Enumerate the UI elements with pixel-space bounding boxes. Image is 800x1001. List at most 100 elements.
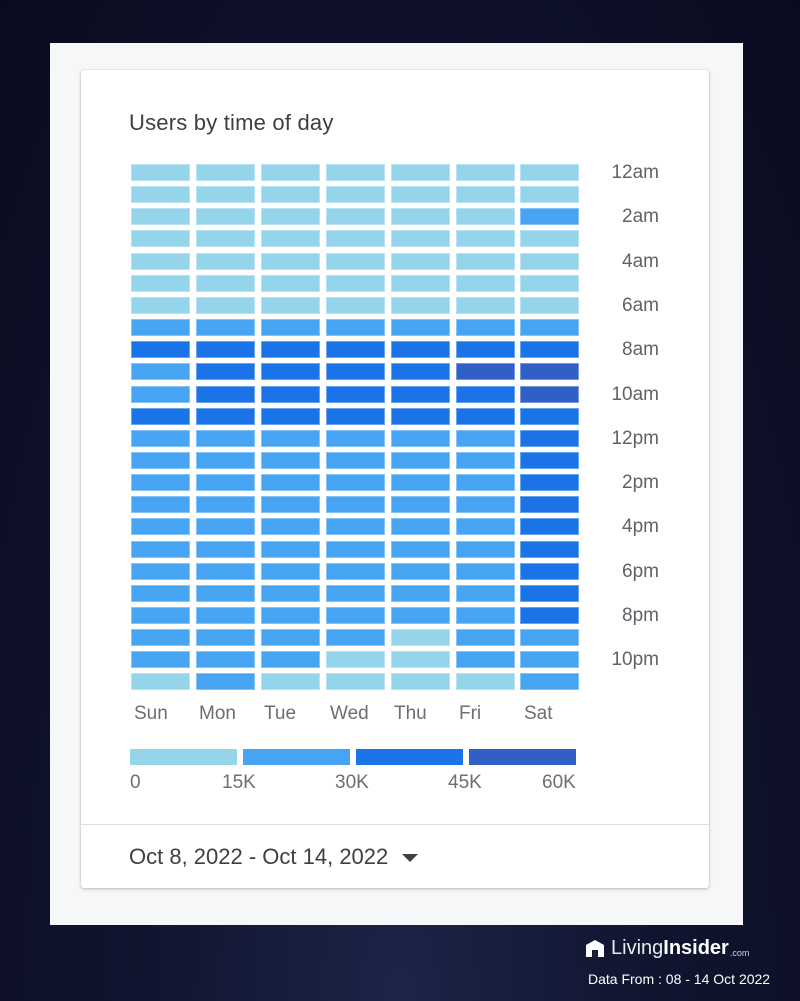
heatmap-cell[interactable] [131,341,190,358]
heatmap-cell[interactable] [196,297,255,314]
heatmap-cell[interactable] [196,474,255,491]
heatmap-cell[interactable] [520,518,579,535]
heatmap-cell[interactable] [196,629,255,646]
heatmap-cell[interactable] [326,496,385,513]
heatmap-cell[interactable] [261,430,320,447]
heatmap-cell[interactable] [326,230,385,247]
heatmap-cell[interactable] [391,253,450,270]
heatmap-cell[interactable] [131,275,190,292]
heatmap-cell[interactable] [131,408,190,425]
heatmap-cell[interactable] [326,208,385,225]
heatmap-cell[interactable] [520,363,579,380]
heatmap-cell[interactable] [196,563,255,580]
heatmap-cell[interactable] [261,585,320,602]
heatmap-cell[interactable] [520,253,579,270]
heatmap-cell[interactable] [196,386,255,403]
date-range-dropdown[interactable]: Oct 8, 2022 - Oct 14, 2022 [129,844,419,870]
heatmap-cell[interactable] [456,496,515,513]
heatmap-cell[interactable] [131,164,190,181]
heatmap-cell[interactable] [391,563,450,580]
heatmap-cell[interactable] [456,230,515,247]
heatmap-cell[interactable] [456,607,515,624]
heatmap-cell[interactable] [131,629,190,646]
heatmap-cell[interactable] [326,275,385,292]
heatmap-cell[interactable] [391,651,450,668]
heatmap-cell[interactable] [131,452,190,469]
heatmap-cell[interactable] [326,474,385,491]
heatmap-cell[interactable] [456,541,515,558]
heatmap-cell[interactable] [326,518,385,535]
heatmap-cell[interactable] [456,563,515,580]
heatmap-cell[interactable] [196,585,255,602]
heatmap-cell[interactable] [520,186,579,203]
heatmap-cell[interactable] [196,651,255,668]
heatmap-cell[interactable] [326,186,385,203]
heatmap-cell[interactable] [520,430,579,447]
heatmap-cell[interactable] [261,186,320,203]
heatmap-cell[interactable] [520,319,579,336]
heatmap-cell[interactable] [131,651,190,668]
heatmap-cell[interactable] [520,208,579,225]
heatmap-cell[interactable] [131,430,190,447]
heatmap-cell[interactable] [326,585,385,602]
heatmap-cell[interactable] [456,673,515,690]
heatmap-cell[interactable] [391,673,450,690]
heatmap-cell[interactable] [391,518,450,535]
heatmap-cell[interactable] [326,607,385,624]
heatmap-cell[interactable] [520,297,579,314]
heatmap-cell[interactable] [391,607,450,624]
heatmap-cell[interactable] [520,452,579,469]
heatmap-cell[interactable] [456,651,515,668]
heatmap-cell[interactable] [196,253,255,270]
heatmap-cell[interactable] [131,297,190,314]
heatmap-cell[interactable] [196,607,255,624]
heatmap-cell[interactable] [326,164,385,181]
heatmap-cell[interactable] [520,164,579,181]
heatmap-cell[interactable] [261,452,320,469]
heatmap-cell[interactable] [391,297,450,314]
heatmap-cell[interactable] [131,585,190,602]
heatmap-cell[interactable] [131,230,190,247]
heatmap-cell[interactable] [520,541,579,558]
heatmap-cell[interactable] [196,230,255,247]
heatmap-cell[interactable] [261,607,320,624]
heatmap-cell[interactable] [261,297,320,314]
heatmap-cell[interactable] [131,319,190,336]
heatmap-cell[interactable] [131,363,190,380]
heatmap-cell[interactable] [196,186,255,203]
heatmap-cell[interactable] [261,230,320,247]
heatmap-cell[interactable] [326,253,385,270]
heatmap-cell[interactable] [131,208,190,225]
heatmap-cell[interactable] [391,496,450,513]
heatmap-cell[interactable] [261,474,320,491]
heatmap-cell[interactable] [326,341,385,358]
heatmap-cell[interactable] [391,363,450,380]
heatmap-cell[interactable] [261,164,320,181]
heatmap-cell[interactable] [261,319,320,336]
heatmap-cell[interactable] [261,563,320,580]
heatmap-cell[interactable] [261,541,320,558]
heatmap-cell[interactable] [261,275,320,292]
heatmap-cell[interactable] [261,518,320,535]
heatmap-cell[interactable] [456,186,515,203]
heatmap-cell[interactable] [520,496,579,513]
heatmap-cell[interactable] [391,408,450,425]
heatmap-cell[interactable] [196,518,255,535]
heatmap-cell[interactable] [261,208,320,225]
heatmap-cell[interactable] [196,452,255,469]
heatmap-cell[interactable] [261,651,320,668]
heatmap-cell[interactable] [456,386,515,403]
heatmap-cell[interactable] [391,275,450,292]
heatmap-cell[interactable] [196,341,255,358]
heatmap-cell[interactable] [131,541,190,558]
heatmap-cell[interactable] [196,319,255,336]
heatmap-cell[interactable] [456,275,515,292]
heatmap-cell[interactable] [456,208,515,225]
heatmap-cell[interactable] [326,386,385,403]
heatmap-cell[interactable] [326,563,385,580]
heatmap-cell[interactable] [456,164,515,181]
heatmap-cell[interactable] [196,164,255,181]
heatmap-cell[interactable] [520,673,579,690]
heatmap-cell[interactable] [520,585,579,602]
heatmap-cell[interactable] [196,430,255,447]
